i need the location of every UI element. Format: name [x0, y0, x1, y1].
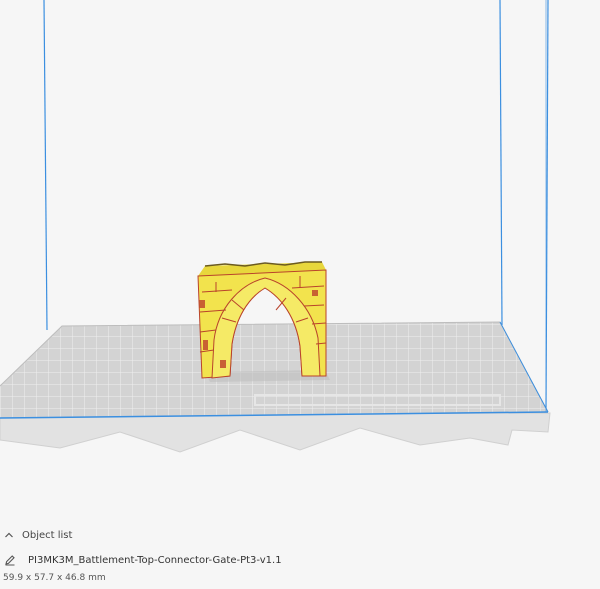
pencil-icon[interactable]	[4, 554, 16, 566]
object-list-label: Object list	[22, 529, 73, 541]
object-row[interactable]: PI3MK3M_Battlement-Top-Connector-Gate-Pt…	[4, 551, 282, 569]
object-list-toggle[interactable]: Object list	[4, 526, 72, 544]
printer-frame	[0, 412, 551, 453]
chevron-up-icon	[4, 530, 14, 540]
object-name: PI3MK3M_Battlement-Top-Connector-Gate-Pt…	[28, 554, 282, 566]
build-plate	[0, 321, 549, 419]
object-dimensions: 59.9 x 57.7 x 46.8 mm	[3, 573, 106, 583]
3d-viewport[interactable]	[0, 0, 600, 520]
